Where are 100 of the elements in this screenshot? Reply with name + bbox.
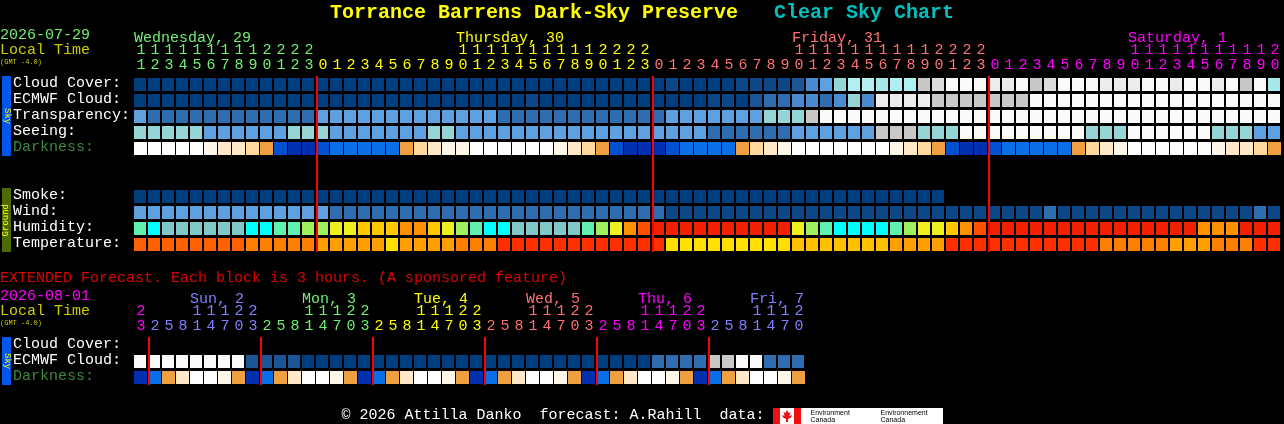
hour-digit: 2 — [696, 303, 706, 320]
hour-digit: 1 — [542, 303, 552, 320]
site-title: Torrance Barrens Dark-Sky Preserve — [329, 0, 738, 26]
hour-digit: 6 — [1214, 58, 1224, 73]
hour-digit: 2 — [626, 58, 636, 73]
hour-digit: 2 — [346, 58, 356, 73]
row-label: Darkness: — [13, 369, 95, 385]
chart-title: Clear Sky Chart — [774, 0, 955, 26]
hour-digit: 0 — [262, 58, 272, 73]
hour-digit: 1 — [668, 58, 678, 73]
hour-digit: 4 — [514, 58, 524, 73]
hour-digit: 7 — [752, 58, 762, 73]
hour-digit: 4 — [766, 319, 776, 334]
hour-digit: 8 — [402, 319, 412, 334]
hour-digit: 2 — [962, 58, 972, 73]
hour-digit: 2 — [458, 303, 468, 320]
hour-digit: 9 — [584, 58, 594, 73]
hour-digit: 4 — [542, 319, 552, 334]
hour-digit: 8 — [738, 319, 748, 334]
hour-digit: 3 — [696, 319, 706, 334]
hour-digit: 1 — [458, 42, 468, 59]
hour-digit: 2 — [248, 303, 258, 320]
hour-digit: 2 — [346, 303, 356, 320]
row-label: ECMWF Cloud: — [13, 92, 123, 108]
hour-digit: 3 — [696, 58, 706, 73]
row-label: Cloud Cover: — [13, 76, 123, 92]
hour-digit: 3 — [360, 58, 370, 73]
extended-note: EXTENDED Forecast. Each block is 3 hours. (A sponsored feature) — [0, 270, 568, 287]
row-label: Humidity: — [13, 220, 95, 236]
hour-digit: 2 — [1158, 58, 1168, 73]
hour-digit: 1 — [864, 42, 874, 59]
hour-digit: 1 — [136, 58, 146, 73]
hour-digit: 1 — [1228, 42, 1238, 59]
row-label: Darkness: — [13, 140, 95, 156]
hour-digit: 1 — [794, 42, 804, 59]
hour-digit: 1 — [1130, 42, 1140, 59]
hour-digit: 9 — [780, 58, 790, 73]
hour-digit: 1 — [752, 303, 762, 320]
hour-digit: 2 — [150, 58, 160, 73]
hour-digit: 2 — [486, 58, 496, 73]
hour-digit: 2 — [290, 42, 300, 59]
hour-digit: 7 — [444, 319, 454, 334]
hour-digit: 1 — [808, 42, 818, 59]
hour-digit: 3 — [304, 58, 314, 73]
hour-digit: 9 — [920, 58, 930, 73]
hour-digit: 1 — [878, 42, 888, 59]
hour-digit: 5 — [388, 319, 398, 334]
footer-credit: © 2026 Attilla Danko forecast: A.Rahill data: — [341, 407, 765, 424]
hour-digit: 3 — [472, 319, 482, 334]
hour-digit: 4 — [318, 319, 328, 334]
forecast-date: 2026-08-01 — [0, 289, 90, 304]
hour-digit: 4 — [1186, 58, 1196, 73]
hour-digit: 2 — [360, 303, 370, 320]
hour-digit: 8 — [430, 58, 440, 73]
hour-digit: 2 — [150, 319, 160, 334]
hour-digit: 3 — [136, 319, 146, 334]
hour-digit: 1 — [234, 42, 244, 59]
hour-digit: 6 — [1074, 58, 1084, 73]
hour-digit: 7 — [220, 58, 230, 73]
hour-digit: 1 — [178, 42, 188, 59]
row-label: Smoke: — [13, 188, 68, 204]
hour-digit: 2 — [598, 319, 608, 334]
hour-digit: 2 — [794, 303, 804, 320]
hour-digit: 1 — [500, 42, 510, 59]
hour-digit: 5 — [724, 58, 734, 73]
hour-digit: 1 — [612, 58, 622, 73]
hour-digit: 0 — [1270, 58, 1280, 73]
hour-digit: 2 — [262, 42, 272, 59]
hour-digit: 1 — [528, 303, 538, 320]
hour-digit: 1 — [752, 319, 762, 334]
hour-digit: 0 — [598, 58, 608, 73]
midnight-line — [484, 337, 486, 385]
hour-digit: 3 — [976, 58, 986, 73]
hour-digit: 2 — [710, 319, 720, 334]
hour-digit: 6 — [878, 58, 888, 73]
hour-digit: 1 — [1158, 42, 1168, 59]
hour-digit: 1 — [766, 303, 776, 320]
hour-digit: 8 — [514, 319, 524, 334]
hour-digit: 0 — [458, 319, 468, 334]
hour-digit: 7 — [220, 319, 230, 334]
hour-digit: 0 — [794, 319, 804, 334]
hour-digit: 5 — [388, 58, 398, 73]
hour-digit: 7 — [892, 58, 902, 73]
hour-digit: 5 — [724, 319, 734, 334]
hour-digit: 1 — [1172, 42, 1182, 59]
hour-digit: 8 — [766, 58, 776, 73]
hour-digit: 0 — [1130, 58, 1140, 73]
hour-digit: 0 — [934, 58, 944, 73]
band-label: Sky — [2, 352, 11, 370]
hour-digit: 1 — [206, 303, 216, 320]
hour-digit: 1 — [1004, 58, 1014, 73]
hour-digit: 2 — [570, 303, 580, 320]
hour-digit: 4 — [206, 319, 216, 334]
hour-digit: 0 — [458, 58, 468, 73]
hour-digit: 4 — [1046, 58, 1056, 73]
hour-digit: 2 — [598, 42, 608, 59]
hour-digit: 1 — [1242, 42, 1252, 59]
hour-digit: 5 — [500, 319, 510, 334]
hour-digit: 4 — [654, 319, 664, 334]
hour-digit: 2 — [640, 42, 650, 59]
